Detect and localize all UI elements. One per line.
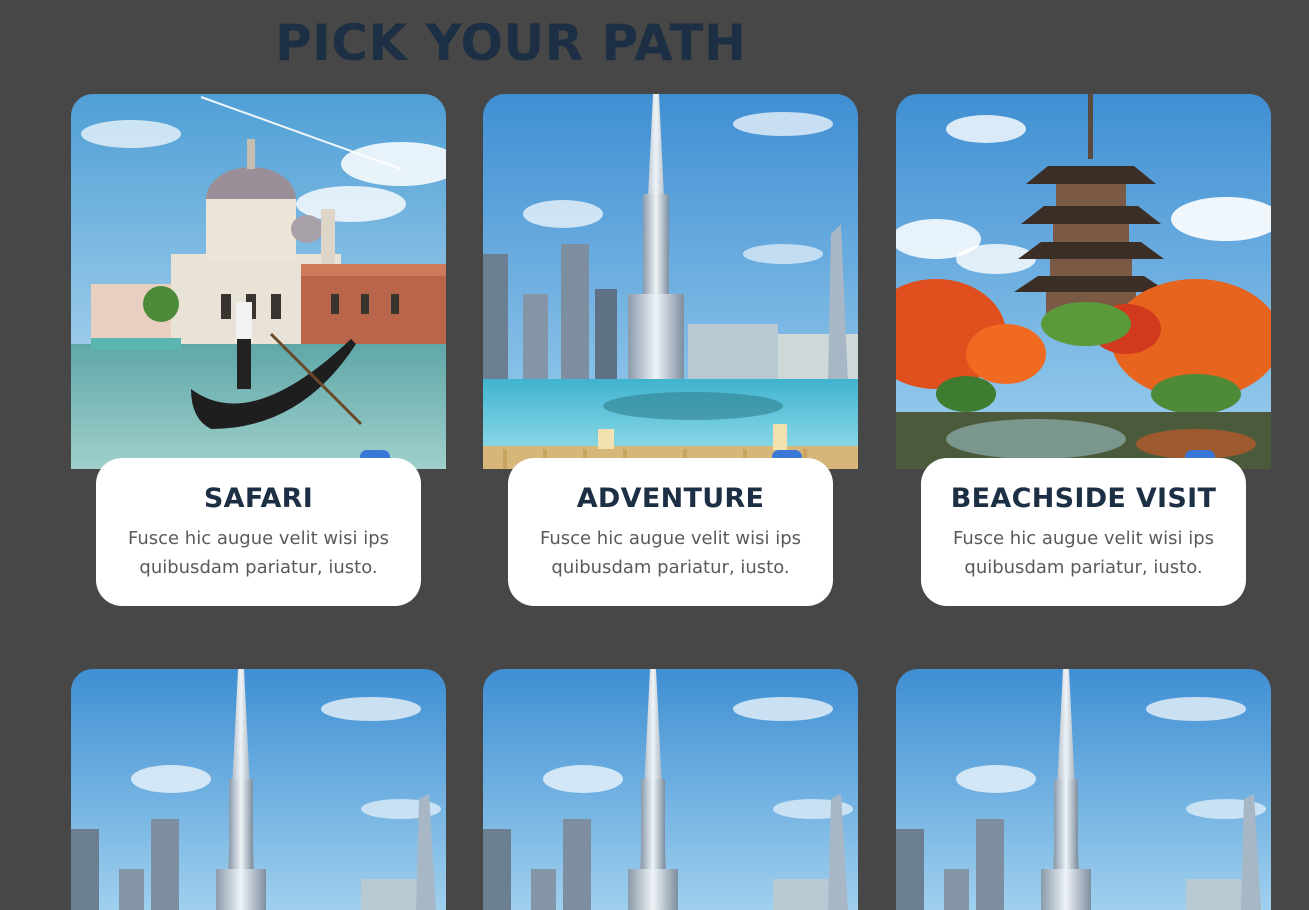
card-image-pagoda — [896, 94, 1271, 469]
page-title: PICK YOUR PATH — [275, 14, 747, 72]
card-image-dubai — [71, 669, 446, 910]
card-description: Fusce hic augue velit wisi ips quibusdam… — [127, 528, 390, 578]
card-title: ADVENTURE — [576, 483, 765, 514]
card-info: ADVENTURE Fusce hic augue velit wisi ips… — [508, 458, 833, 606]
card-info: BEACHSIDE VISIT Fusce hic augue velit wi… — [921, 458, 1246, 606]
card-image-venice — [71, 94, 446, 469]
card-description: Fusce hic augue velit wisi ips quibusdam… — [539, 528, 802, 578]
card-title: BEACHSIDE VISIT — [950, 483, 1217, 514]
card-description: Fusce hic augue velit wisi ips quibusdam… — [952, 528, 1215, 578]
card-image-dubai — [896, 669, 1271, 910]
card-image-dubai — [483, 669, 858, 910]
card-image-dubai — [483, 94, 858, 469]
card-title: SAFARI — [203, 483, 314, 514]
card-info: SAFARI Fusce hic augue velit wisi ips qu… — [96, 458, 421, 606]
